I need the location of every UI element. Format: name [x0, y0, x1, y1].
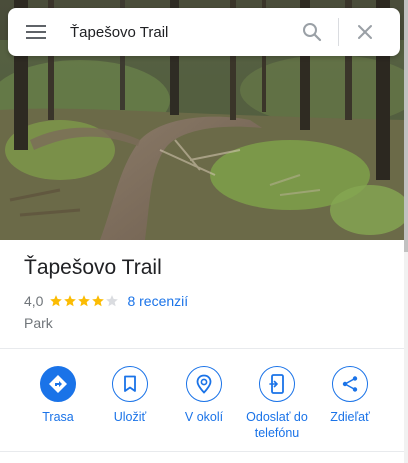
search-icon	[303, 23, 322, 42]
place-category: Park	[24, 315, 53, 331]
directions-icon	[49, 375, 67, 393]
send-to-phone-label: Odoslať do telefónu	[246, 410, 308, 440]
save-button[interactable]: Uložiť	[90, 366, 170, 425]
place-title: Ťapešovo Trail	[24, 256, 162, 279]
share-label: Zdieľať	[330, 410, 370, 424]
share-button[interactable]: Zdieľať	[310, 366, 390, 425]
send-to-phone-icon	[269, 374, 284, 394]
divider-top	[0, 348, 404, 349]
menu-button[interactable]	[24, 20, 48, 44]
star-filled-icon	[92, 295, 105, 307]
save-circle[interactable]	[112, 366, 148, 402]
directions-circle[interactable]	[40, 366, 76, 402]
nearby-button[interactable]: V okolí	[164, 366, 244, 425]
scrollbar-thumb[interactable]	[404, 0, 408, 252]
star-filled-icon	[50, 295, 63, 307]
send-to-phone-circle[interactable]	[259, 366, 295, 402]
bookmark-icon	[124, 375, 136, 392]
star-filled-icon	[64, 295, 77, 307]
divider-bottom	[0, 451, 404, 452]
save-label: Uložiť	[113, 410, 147, 424]
send-to-phone-button[interactable]: Odoslať do telefónu	[237, 366, 317, 441]
search-separator	[338, 18, 339, 46]
star-empty-icon	[106, 295, 119, 307]
share-circle[interactable]	[332, 366, 368, 402]
directions-button[interactable]: Trasa	[18, 366, 98, 425]
hamburger-menu-icon	[26, 25, 46, 39]
share-icon	[342, 376, 358, 392]
directions-label: Trasa	[42, 410, 74, 424]
nearby-label: V okolí	[184, 410, 224, 424]
clear-search-button[interactable]	[353, 20, 377, 44]
rating-value: 4,0	[24, 293, 44, 309]
search-box	[8, 8, 400, 56]
rating-row: 4,0 8 recenzií	[24, 293, 188, 309]
reviews-link[interactable]: 8 recenzií	[127, 293, 188, 309]
nearby-icon	[196, 374, 212, 394]
search-input[interactable]	[70, 23, 296, 41]
close-icon	[358, 25, 372, 39]
star-filled-icon	[78, 295, 91, 307]
search-button[interactable]	[300, 20, 324, 44]
star-rating	[49, 294, 119, 308]
nearby-circle[interactable]	[186, 366, 222, 402]
